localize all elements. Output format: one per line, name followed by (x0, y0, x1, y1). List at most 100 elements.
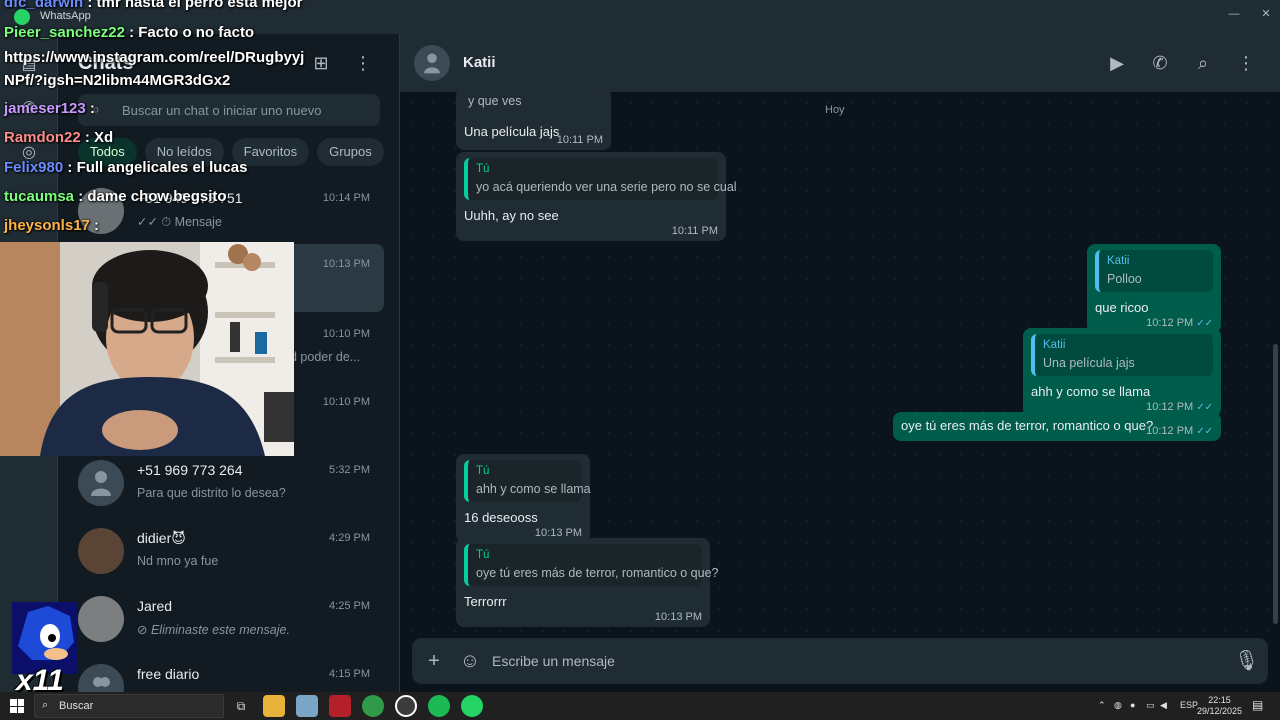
chat-name: Jared (137, 598, 173, 614)
new-chat-icon[interactable]: ⊞ (308, 50, 334, 76)
incoming-message[interactable]: y que ves Una película jajs 10:11 PM (456, 88, 611, 150)
chat-time: 10:14 PM (322, 192, 370, 204)
stream-chat-line: Ramdon22 : Xd (4, 129, 114, 146)
default-avatar-icon (424, 53, 440, 74)
search-icon: ⌕ (42, 699, 49, 711)
quoted-text: Una película jajs (1043, 356, 1135, 370)
quoted-message[interactable]: Katii Polloo (1095, 250, 1213, 292)
webcam-overlay (0, 242, 294, 456)
phone-icon[interactable]: ✆ (1147, 50, 1173, 76)
stream-chat-line: jheysonls17 : (4, 217, 100, 234)
quote-author: Katii (1043, 339, 1066, 351)
incoming-message[interactable]: Tú ahh y como se llama 16 deseooss 10:13… (456, 454, 591, 543)
app-icon[interactable] (296, 695, 318, 717)
language-indicator[interactable]: ESP (1180, 700, 1198, 710)
chat-preview: Nd mno ya fue (137, 554, 219, 568)
chat-list-item[interactable]: free diario 4:15 PM (58, 654, 399, 692)
spotify-icon[interactable] (428, 695, 450, 717)
attach-plus-icon[interactable]: + (422, 649, 446, 673)
message-time: 10:12 PM ✓✓ (1146, 425, 1213, 437)
incoming-message[interactable]: Tú oye tú eres más de terror, romantico … (456, 538, 719, 627)
message-text: 16 deseooss (464, 510, 538, 525)
clock-time: 22:15 (1208, 695, 1231, 705)
conversation-panel: Katii ▶ ✆ ⌕ ⋮ Hoy y que ves Una película… (400, 34, 1280, 692)
chat-time: 4:29 PM (329, 532, 370, 544)
microphone-icon[interactable]: 🎙 (1234, 649, 1259, 673)
deleted-message-icon: ⊘ (137, 623, 148, 637)
windows-start-icon[interactable] (10, 699, 24, 713)
stream-chat-line: Felix980 : Full angelicales el lucas (4, 159, 248, 176)
filter-grupos[interactable]: Grupos (317, 138, 384, 166)
menu-kebab-icon[interactable]: ⋮ (1233, 50, 1259, 76)
chat-preview: d poder de... (290, 350, 361, 364)
video-call-icon[interactable]: ▶ (1104, 50, 1130, 76)
sticker-emoji-icon[interactable]: ☺ (458, 649, 482, 673)
chat-list-item[interactable]: didier😈 4:29 PM Nd mno ya fue (58, 518, 399, 586)
stream-chat-overlay: dfc_darwin : tmr hasta el perro esta mej… (0, 0, 310, 240)
quoted-message[interactable]: Tú ahh y como se llama (464, 460, 591, 502)
avatar (78, 596, 124, 642)
quoted-text: y que ves (468, 94, 522, 108)
tray-overflow-icon[interactable]: ⌃ (1098, 700, 1106, 711)
stream-chat-line: Pieer_sanchez22 : Facto o no facto (4, 24, 255, 41)
quote-author: Katii (1107, 255, 1130, 267)
sonic-badge-overlay: x11 (8, 602, 82, 700)
obs-icon[interactable] (395, 695, 417, 717)
conversation-scrollbar[interactable] (1273, 344, 1278, 624)
quote-author: Tú (476, 163, 490, 175)
composer-box: + ☺ 🎙 (412, 638, 1268, 684)
streamer-webcam-image (0, 242, 294, 456)
chat-time: 4:15 PM (329, 668, 370, 680)
quoted-text: oye tú eres más de terror, romantico o q… (476, 566, 719, 580)
message-text: Uuhh, ay no see (464, 208, 559, 223)
menu-kebab-icon[interactable]: ⋮ (350, 50, 376, 76)
quote-author: Tú (476, 549, 490, 561)
task-view-icon[interactable]: ⧉ (230, 695, 252, 717)
message-text: que ricoo (1095, 300, 1149, 315)
quote-author: Tú (476, 465, 490, 477)
incoming-message[interactable]: Tú yo acá queriendo ver una serie pero n… (456, 152, 737, 241)
outgoing-message[interactable]: oye tú eres más de terror, romantico o q… (893, 412, 1221, 441)
chrome-icon[interactable] (362, 695, 384, 717)
stream-chat-line: jameser123 : (4, 100, 95, 117)
outgoing-message[interactable]: Katii Una película jajs ahh y como se ll… (1023, 328, 1221, 417)
tray-app-icon[interactable]: ◍ (1114, 700, 1122, 711)
chat-time: 10:10 PM (322, 396, 370, 408)
clock-date: 29/12/2025 (1196, 706, 1242, 716)
chat-list-item[interactable]: Jared 4:25 PM ⊘ Eliminaste este mensaje. (58, 586, 399, 654)
search-icon[interactable]: ⌕ (1190, 50, 1216, 76)
file-explorer-icon[interactable] (263, 695, 285, 717)
chat-list-item[interactable]: +51 969 773 264 5:32 PM Para que distrit… (58, 450, 399, 518)
quoted-text: ahh y como se llama (476, 482, 591, 496)
conversation-header[interactable]: Katii ▶ ✆ ⌕ ⋮ (400, 34, 1280, 92)
quoted-text: Polloo (1107, 272, 1142, 286)
chat-preview: Para que distrito lo desea? (137, 486, 286, 500)
stream-chat-line: https://www.instagram.com/reel/DRugbyyj (4, 49, 305, 66)
whatsapp-taskbar-icon[interactable] (461, 695, 483, 717)
notifications-icon[interactable]: ▤ (1252, 698, 1263, 712)
outgoing-message[interactable]: Katii Polloo que ricoo 10:12 PM ✓✓ (1087, 244, 1221, 333)
volume-icon[interactable]: ◀ (1160, 700, 1167, 711)
message-text: ahh y como se llama (1031, 384, 1151, 399)
chat-time: 10:10 PM (322, 328, 370, 340)
quoted-message[interactable]: Tú oye tú eres más de terror, romantico … (464, 544, 719, 586)
message-time: 10:13 PM (654, 611, 702, 623)
message-time: 10:11 PM (671, 225, 718, 237)
contact-name[interactable]: Katii (463, 54, 496, 71)
chat-time: 10:13 PM (322, 258, 370, 270)
tray-mic-icon[interactable]: ● (1130, 700, 1135, 710)
quoted-message[interactable]: Katii Una película jajs (1031, 334, 1213, 376)
app-icon[interactable] (329, 695, 351, 717)
avatar (78, 460, 124, 506)
message-input[interactable] (492, 646, 1192, 676)
taskbar-clock[interactable]: 22:15 29/12/2025 (1197, 695, 1242, 717)
minimize-button[interactable]: — (1220, 4, 1248, 24)
taskbar-search[interactable]: ⌕ Buscar (34, 694, 224, 718)
quoted-message[interactable]: Tú yo acá queriendo ver una serie pero n… (464, 158, 737, 200)
contact-avatar[interactable] (414, 45, 450, 81)
close-button[interactable]: ✕ (1252, 4, 1280, 24)
chat-name: +51 969 773 264 (137, 462, 243, 478)
chat-preview: ⊘ Eliminaste este mensaje. (137, 623, 290, 637)
quoted-text: yo acá queriendo ver una serie pero no s… (476, 180, 737, 194)
network-icon[interactable]: ▭ (1146, 700, 1155, 711)
